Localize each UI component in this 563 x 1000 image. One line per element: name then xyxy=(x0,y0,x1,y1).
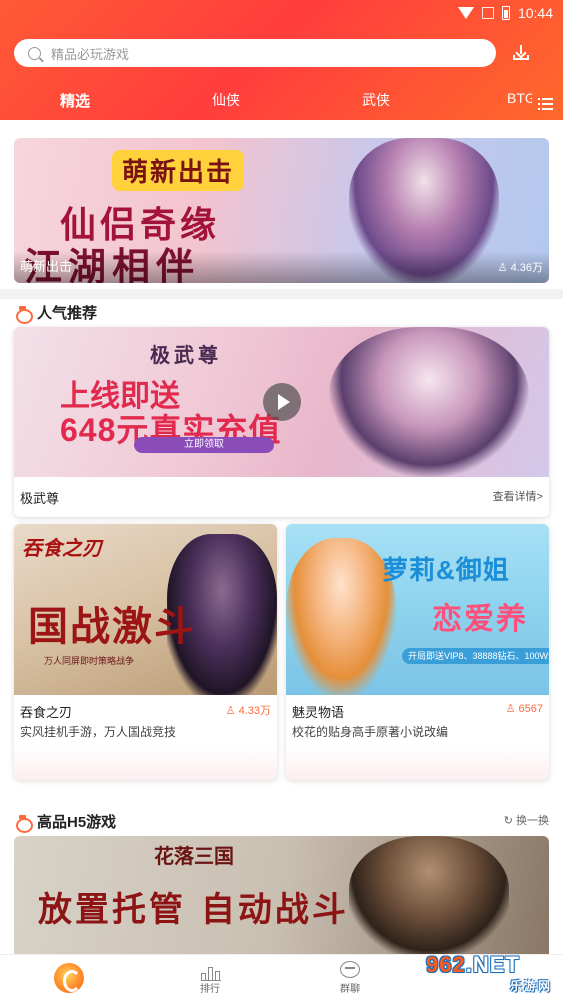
chat-icon xyxy=(340,961,360,978)
featured-character-art xyxy=(329,327,529,477)
card-art-pill: 开局即送VIP8、38888钻石、100W金 xyxy=(402,648,549,664)
card-art-title: 国战激斗 xyxy=(28,603,196,650)
banner-game-name: 萌新出击 xyxy=(20,259,73,274)
tab-jingxuan[interactable]: 精选 xyxy=(60,90,90,111)
tab-bar-divider xyxy=(0,120,563,128)
category-tabs: 精选 仙侠 武侠 BTG xyxy=(0,90,563,120)
h5-logo: 花落三国 xyxy=(154,844,234,868)
tab-wuxia[interactable]: 武侠 xyxy=(362,90,390,110)
banner-logo: 萌新出击 xyxy=(112,150,245,191)
game-card-image: 萝莉&御姐 恋爱养 开局即送VIP8、38888钻石、100W金 xyxy=(286,524,549,695)
status-bar: 10:44 xyxy=(457,4,553,22)
banner-count-value: 4.36万 xyxy=(510,262,543,274)
watermark-domain: .NET xyxy=(465,952,520,977)
popular-section-title: 人气推荐 xyxy=(16,302,98,324)
search-icon xyxy=(28,46,41,60)
wifi-icon xyxy=(457,7,474,19)
game-card-count: ♙ 4.33万 xyxy=(225,705,271,717)
battery-icon xyxy=(501,6,510,20)
no-sim-icon xyxy=(481,7,494,19)
game-card-count: ♙ 6567 xyxy=(505,703,543,715)
game-card-title: 魅灵物语 xyxy=(292,705,345,720)
medal-icon xyxy=(16,305,33,324)
banner-caption-shade xyxy=(14,251,549,283)
game-card-tunshi[interactable]: 吞食之刃 国战激斗 万人同屏即时策略战争 吞食之刃 ♙ 4.33万 实风挂机手游… xyxy=(14,524,277,780)
search-input[interactable]: 精品必玩游戏 xyxy=(14,39,496,67)
featured-game-name: 极武尊 xyxy=(20,491,60,506)
game-card-image: 吞食之刃 国战激斗 万人同屏即时策略战争 xyxy=(14,524,277,695)
watermark-number: 962 xyxy=(426,952,466,977)
game-card-count-value: 6567 xyxy=(518,703,543,715)
h5-art-title: 放置托管 自动战斗 xyxy=(38,890,349,930)
nav-home[interactable] xyxy=(0,955,140,1000)
download-icon[interactable] xyxy=(512,44,530,62)
featured-game-card[interactable]: 极武尊 上线即送 648元真实充值 立即领取 极武尊 查看详情> xyxy=(14,327,549,517)
game-card-description: 实风挂机手游，万人国战竞技 xyxy=(20,725,177,739)
banner-player-count: ♙ 4.36万 xyxy=(497,262,543,274)
game-card-title: 吞食之刃 xyxy=(20,705,73,720)
card-art-title: 萝莉&御姐 xyxy=(382,555,510,585)
card-art-subtitle: 恋爱养 xyxy=(432,603,528,636)
game-card-description: 校花的贴身高手原著小说改编 xyxy=(292,725,449,739)
card-character-art xyxy=(286,538,396,695)
tab-btg[interactable]: BTG xyxy=(507,90,532,106)
h5-game-banner[interactable]: 花落三国 放置托管 自动战斗 xyxy=(14,836,549,954)
menu-icon[interactable] xyxy=(538,98,553,111)
refresh-button[interactable]: ↻ 换一换 xyxy=(504,812,549,828)
medal-icon xyxy=(16,814,33,833)
status-time: 10:44 xyxy=(517,5,553,21)
top-banner[interactable]: 萌新出击 仙侣奇缘 江湖相伴 萌新出击 ♙ 4.36万 xyxy=(14,138,549,283)
tab-xianxia[interactable]: 仙侠 xyxy=(212,90,240,110)
watermark-logo: 962.NET xyxy=(426,952,520,978)
play-video-icon[interactable] xyxy=(263,383,301,421)
nav-rank[interactable]: 排行 xyxy=(140,955,280,1000)
game-card-count-value: 4.33万 xyxy=(238,705,271,717)
card-bottom-fade xyxy=(286,744,549,780)
popular-title-text: 人气推荐 xyxy=(37,305,98,322)
game-card-meiling[interactable]: 萝莉&御姐 恋爱养 开局即送VIP8、38888钻石、100W金 魅灵物语 ♙ … xyxy=(286,524,549,780)
watermark-sitename: 乐游网 xyxy=(509,979,552,993)
nav-rank-label: 排行 xyxy=(200,984,220,995)
refresh-label: 换一换 xyxy=(516,815,549,827)
home-icon xyxy=(54,963,84,993)
h5-title-text: 高品H5游戏 xyxy=(37,814,117,831)
rank-icon xyxy=(201,961,221,981)
card-bottom-fade xyxy=(14,744,277,780)
h5-section-title: 高品H5游戏 xyxy=(16,811,117,833)
search-placeholder: 精品必玩游戏 xyxy=(51,46,130,62)
featured-claim-button: 立即领取 xyxy=(134,437,274,453)
h5-hero-art xyxy=(349,836,509,954)
app-root: 10:44 精品必玩游戏 精选 仙侠 武侠 BTG 萌新出击 仙侣奇缘 江湖相伴… xyxy=(0,0,563,1000)
site-watermark: 962.NET 乐游网 xyxy=(426,950,558,996)
featured-logo: 极武尊 xyxy=(150,343,222,367)
header: 10:44 精品必玩游戏 精选 仙侠 武侠 BTG xyxy=(0,0,563,128)
card-logo: 吞食之刃 xyxy=(22,538,102,560)
view-details-link[interactable]: 查看详情> xyxy=(493,488,543,504)
nav-chat-label: 群聊 xyxy=(340,984,360,995)
section-divider xyxy=(0,289,563,299)
main-content: 萌新出击 仙侣奇缘 江湖相伴 萌新出击 ♙ 4.36万 人气推荐 极武尊 上线即… xyxy=(0,128,563,954)
card-art-subtitle: 万人同屏即时策略战争 xyxy=(44,656,135,666)
nav-chat[interactable]: 群聊 xyxy=(280,955,420,1000)
